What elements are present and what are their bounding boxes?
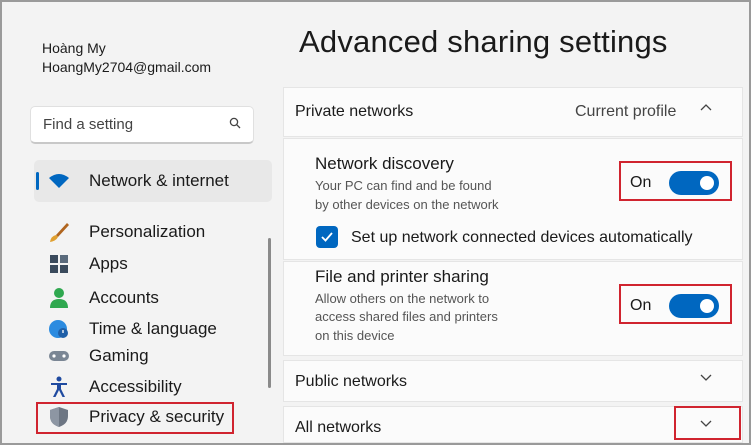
sidebar-item-label: Accounts xyxy=(89,288,159,307)
network-discovery-title: Network discovery xyxy=(315,154,454,173)
globe-clock-icon xyxy=(48,318,70,340)
checkmark-icon xyxy=(321,232,333,242)
public-networks-label: Public networks xyxy=(295,373,408,390)
network-discovery-desc-1: Your PC can find and be found xyxy=(315,178,492,193)
selection-indicator xyxy=(36,172,39,190)
auto-setup-label: Set up network connected devices automat… xyxy=(351,229,693,246)
sidebar-scrollbar[interactable] xyxy=(268,238,271,388)
page-title: Advanced sharing settings xyxy=(299,24,668,59)
user-email: HoangMy2704@gmail.com xyxy=(42,59,212,75)
sidebar-item-label: Accessibility xyxy=(89,377,182,396)
sidebar-item-label: Network & internet xyxy=(89,171,229,190)
sidebar-item-personalization[interactable]: Personalization xyxy=(48,219,205,245)
search-icon xyxy=(229,117,241,132)
sidebar-item-label: Gaming xyxy=(89,346,149,365)
sidebar-item-accessibility[interactable]: Accessibility xyxy=(48,374,182,400)
file-sharing-desc-2: access shared files and printers xyxy=(315,309,498,324)
wifi-icon xyxy=(48,170,70,192)
apps-icon xyxy=(48,253,70,275)
network-discovery-desc-2: by other devices on the network xyxy=(315,197,499,212)
sidebar-item-time-language[interactable]: Time & language xyxy=(48,316,217,342)
sidebar-item-network-content[interactable]: Network & internet xyxy=(48,168,229,194)
accessibility-icon xyxy=(48,376,70,398)
file-sharing-desc-1: Allow others on the network to xyxy=(315,291,490,306)
sidebar-item-label: Time & language xyxy=(89,319,217,338)
settings-window: Hoàng My HoangMy2704@gmail.com Find a se… xyxy=(0,0,751,445)
highlight-privacy-security xyxy=(36,402,234,434)
current-profile-label: Current profile xyxy=(575,103,677,120)
sidebar-item-gaming[interactable]: Gaming xyxy=(48,343,149,369)
sidebar-item-accounts[interactable]: Accounts xyxy=(48,285,159,311)
gamepad-icon xyxy=(48,345,70,367)
brush-icon xyxy=(48,221,70,243)
highlight-file-sharing xyxy=(619,284,732,324)
file-sharing-desc-3: on this device xyxy=(315,328,395,343)
file-sharing-title: File and printer sharing xyxy=(315,267,489,286)
all-networks-label: All networks xyxy=(295,419,382,436)
person-icon xyxy=(48,287,70,309)
chevron-up-icon[interactable] xyxy=(699,100,713,117)
auto-setup-checkbox[interactable] xyxy=(316,226,338,248)
private-networks-label: Private networks xyxy=(295,103,414,120)
chevron-down-icon[interactable] xyxy=(699,371,713,388)
sidebar-item-apps[interactable]: Apps xyxy=(48,251,128,277)
sidebar-item-label: Apps xyxy=(89,254,128,273)
highlight-network-discovery xyxy=(619,161,732,201)
sidebar-item-label: Personalization xyxy=(89,222,206,241)
user-name: Hoàng My xyxy=(42,40,106,56)
search-placeholder: Find a setting xyxy=(43,116,134,133)
search-input[interactable]: Find a setting xyxy=(30,106,254,144)
highlight-all-networks-chevron xyxy=(674,406,741,440)
